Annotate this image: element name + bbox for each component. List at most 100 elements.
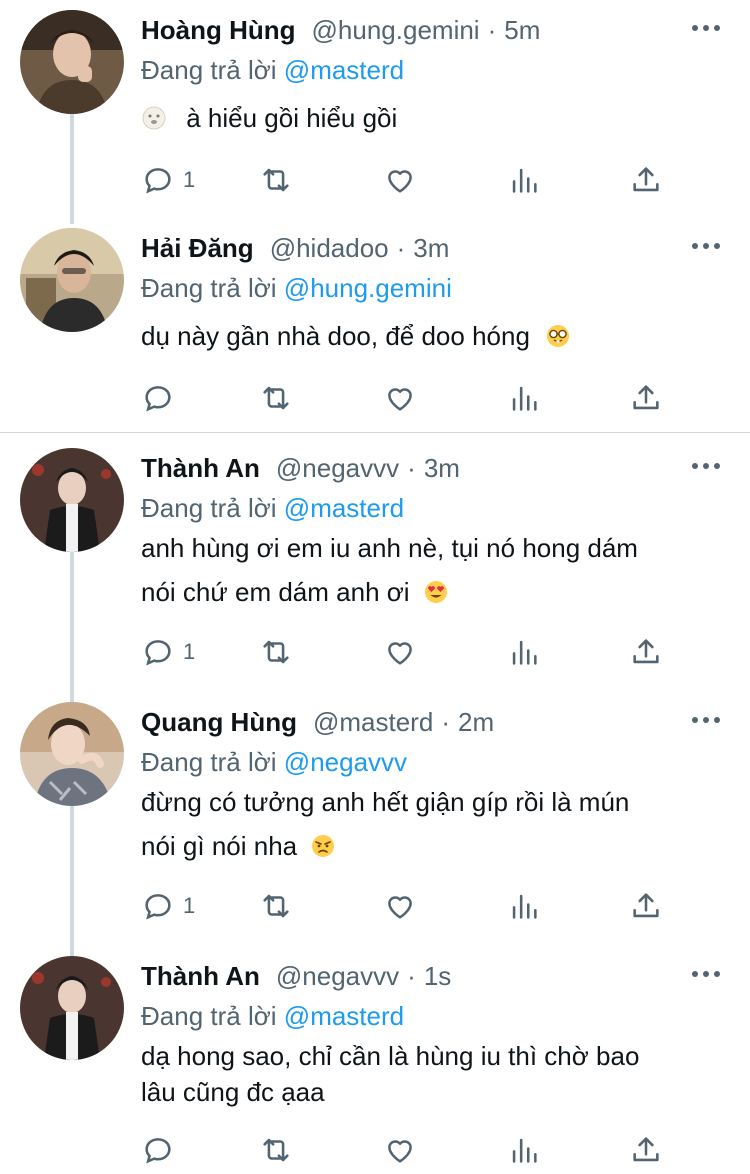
timestamp[interactable]: 1s (424, 956, 451, 996)
separator-dot: · (487, 15, 497, 45)
like-icon (388, 170, 412, 193)
reply-button[interactable] (141, 378, 183, 418)
like-button[interactable] (383, 378, 417, 418)
retweet-button[interactable] (259, 1130, 293, 1170)
retweet-button[interactable] (259, 632, 293, 672)
share-icon (633, 893, 659, 918)
reply-icon (145, 1138, 171, 1164)
retweet-icon (263, 168, 289, 192)
avatar[interactable] (20, 956, 124, 1060)
more-icon[interactable] (692, 460, 720, 472)
views-button[interactable] (507, 886, 541, 926)
reply-button[interactable]: 1 (141, 886, 195, 926)
more-icon[interactable] (692, 968, 720, 980)
timestamp[interactable]: 3m (424, 448, 460, 488)
mention-link[interactable]: @masterd (284, 493, 404, 523)
tweet-text-line: dạ hong sao, chỉ cần là hùng iu thì chờ … (141, 1041, 640, 1071)
like-button[interactable] (383, 632, 417, 672)
mention-link[interactable]: @negavvv (284, 747, 407, 777)
replying-to: Đang trả lời @masterd (141, 490, 404, 526)
tweet-text-line-wrap: nói chứ em dám anh ơi (141, 570, 711, 614)
tweet[interactable]: Thành An @negavvv · 1s Đang trả lời @mas… (0, 956, 750, 1174)
reply-count: 1 (183, 639, 196, 664)
tweet-text: dạ hong sao, chỉ cần là hùng iu thì chờ … (141, 1038, 711, 1110)
nerd-face-emoji (547, 325, 570, 347)
views-icon (512, 386, 537, 411)
like-button[interactable] (383, 886, 417, 926)
tweet-text-line: đừng có tưởng anh hết giận gíp rồi là mú… (141, 787, 630, 817)
tweet-text: đừng có tưởng anh hết giận gíp rồi là mú… (141, 780, 711, 868)
like-icon (388, 1140, 412, 1163)
timestamp[interactable]: 5m (504, 10, 540, 50)
mention-link[interactable]: @hung.gemini (284, 273, 452, 303)
replying-to: Đang trả lời @masterd (141, 998, 404, 1034)
like-icon (388, 896, 412, 919)
replying-to: Đang trả lời @negavvv (141, 744, 407, 780)
share-button[interactable] (629, 886, 663, 926)
author-handle[interactable]: @negavvv (276, 956, 399, 996)
author-name[interactable]: Thành An (141, 956, 260, 996)
tweet-text-line: lâu cũng đc ạaa (141, 1077, 325, 1107)
author-name[interactable]: Hoàng Hùng (141, 10, 296, 50)
avatar[interactable] (20, 228, 124, 332)
reply-count: 1 (183, 893, 196, 918)
author-name[interactable]: Hải Đăng (141, 228, 254, 268)
tweet[interactable]: Hoàng Hùng @hung.gemini · 5m Đang trả lờ… (0, 10, 750, 210)
share-icon (633, 167, 659, 192)
author-handle[interactable]: @masterd (313, 702, 433, 742)
views-button[interactable] (507, 632, 541, 672)
reply-count: 1 (183, 167, 196, 192)
action-bar: 1 (141, 160, 671, 200)
author-handle[interactable]: @hung.gemini (312, 10, 480, 50)
views-icon (512, 640, 537, 665)
tweet[interactable]: Quang Hùng @masterd · 2m Đang trả lời @n… (0, 702, 750, 932)
author-handle[interactable]: @negavvv (276, 448, 399, 488)
views-button[interactable] (507, 160, 541, 200)
avatar[interactable] (20, 702, 124, 806)
timestamp[interactable]: 3m (413, 228, 449, 268)
reply-button[interactable]: 1 (141, 160, 195, 200)
timestamp[interactable]: 2m (458, 702, 494, 742)
reply-icon (145, 168, 171, 194)
replying-to-label: Đang trả lời (141, 747, 277, 777)
mention-link[interactable]: @masterd (284, 1001, 404, 1031)
like-button[interactable] (383, 1130, 417, 1170)
retweet-button[interactable] (259, 378, 293, 418)
share-button[interactable] (629, 378, 663, 418)
more-icon[interactable] (692, 22, 720, 34)
tweet-text-line: dụ này gần nhà doo, để doo hóng (141, 321, 530, 351)
action-bar (141, 378, 671, 418)
more-icon[interactable] (692, 714, 720, 726)
share-button[interactable] (629, 1130, 663, 1170)
author-handle[interactable]: @hidadoo (270, 228, 389, 268)
views-button[interactable] (507, 1130, 541, 1170)
avatar[interactable] (20, 10, 124, 114)
share-button[interactable] (629, 160, 663, 200)
tweet-text: à hiểu gồi hiểu gồi (141, 96, 711, 140)
reply-icon (145, 386, 171, 412)
reply-icon (145, 894, 171, 920)
tweet[interactable]: Hải Đăng @hidadoo · 3m Đang trả lời @hun… (0, 228, 750, 428)
retweet-button[interactable] (259, 886, 293, 926)
separator-dot: · (441, 707, 450, 737)
author-name[interactable]: Quang Hùng (141, 702, 297, 742)
share-button[interactable] (629, 632, 663, 672)
views-button[interactable] (507, 378, 541, 418)
angry-face-emoji (312, 835, 335, 857)
retweet-button[interactable] (259, 160, 293, 200)
replying-to-label: Đang trả lời (141, 55, 277, 85)
tweet-text-line: à hiểu gồi hiểu gồi (186, 103, 398, 133)
like-icon (388, 642, 412, 665)
reply-button[interactable]: 1 (141, 632, 195, 672)
reply-button[interactable] (141, 1130, 183, 1170)
mention-link[interactable]: @masterd (284, 55, 404, 85)
like-button[interactable] (383, 160, 417, 200)
share-icon (633, 1137, 659, 1162)
more-icon[interactable] (692, 240, 720, 252)
tweet-text: anh hùng ơi em iu anh nè, tụi nó hong dá… (141, 526, 711, 614)
action-bar: 1 (141, 886, 671, 926)
avatar[interactable] (20, 448, 124, 552)
tweet[interactable]: Thành An @negavvv · 3m Đang trả lời @mas… (0, 448, 750, 678)
tweet-text-line: anh hùng ơi em iu anh nè, tụi nó hong dá… (141, 533, 638, 563)
author-name[interactable]: Thành An (141, 448, 260, 488)
